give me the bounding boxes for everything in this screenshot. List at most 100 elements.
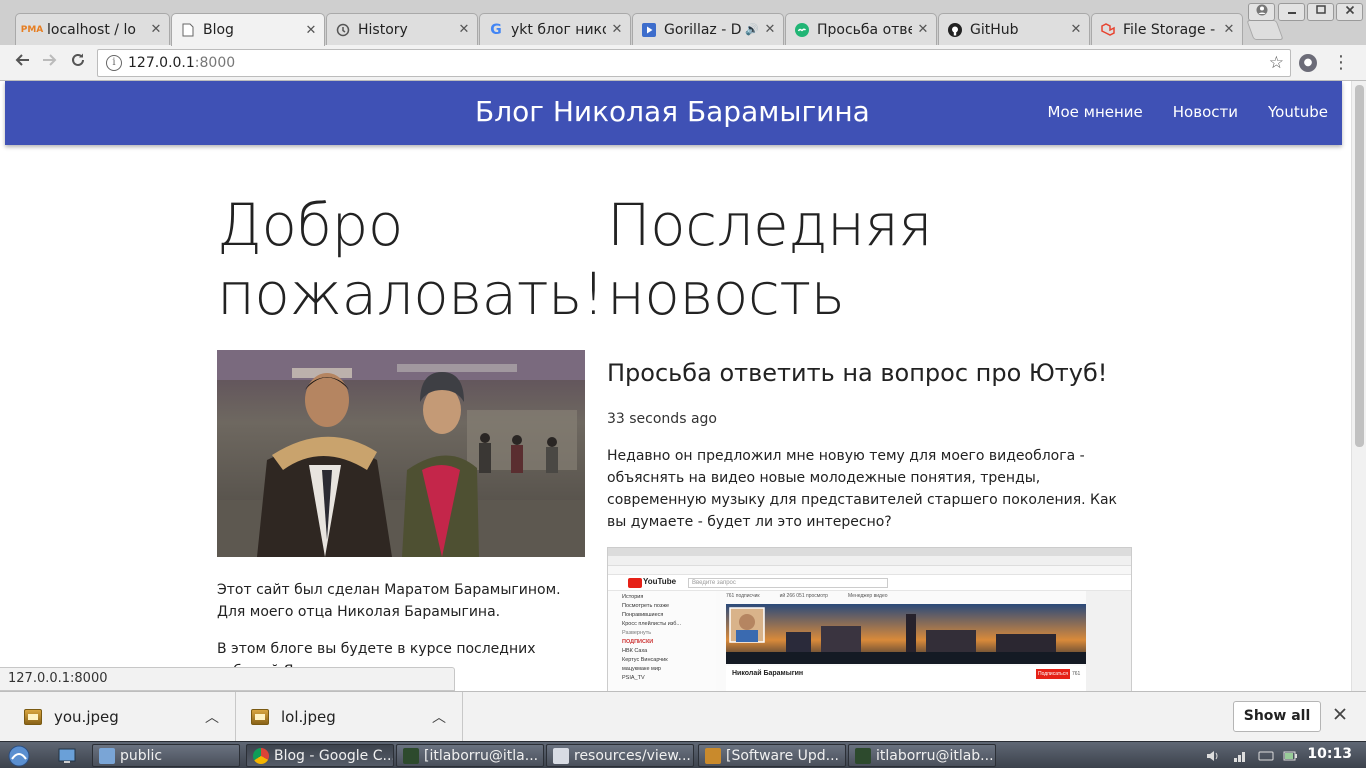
- close-tab-icon[interactable]: ✕: [1222, 22, 1236, 37]
- tab-gorillaz[interactable]: Gorillaz - Di 🔊 ✕: [632, 13, 784, 45]
- taskbar-clock: 10:13: [1307, 746, 1352, 762]
- close-tab-icon[interactable]: ✕: [457, 22, 471, 37]
- bookmark-star-icon[interactable]: ☆: [1269, 53, 1284, 73]
- editor-icon: [553, 747, 569, 764]
- shot-menu-item: Кросс плейлисты изб...: [622, 621, 681, 627]
- taskbar-label: [itlaborru@itla...: [424, 747, 539, 764]
- tab-title: History: [358, 21, 408, 38]
- nav-link-opinion[interactable]: Мое мнение: [1048, 103, 1143, 121]
- play-icon: [641, 22, 657, 38]
- taskbar-item-editor[interactable]: resources/view...: [546, 744, 694, 767]
- terminal-icon: [855, 747, 871, 764]
- shot-sub-item: мацукмаке мир: [622, 666, 661, 672]
- start-menu-icon[interactable]: [8, 744, 38, 767]
- site-brand[interactable]: Блог Николая Барамыгина: [475, 95, 870, 128]
- shot-channel-banner: [726, 604, 1086, 664]
- update-icon: [705, 747, 721, 764]
- extension-icon[interactable]: ●: [1299, 54, 1317, 72]
- latest-heading: Последняя новость: [607, 191, 1137, 329]
- shot-stat: ий 266 051 просмотр: [779, 593, 828, 599]
- tab-title: Просьба отве: [817, 21, 912, 38]
- shot-bookmarks: [608, 566, 1131, 575]
- close-tab-icon[interactable]: ✕: [916, 22, 930, 37]
- nav-link-news[interactable]: Новости: [1173, 103, 1238, 121]
- network-icon[interactable]: [1232, 744, 1252, 767]
- volume-icon[interactable]: [1205, 744, 1225, 767]
- new-tab-button[interactable]: [1246, 20, 1284, 40]
- info-icon[interactable]: i: [106, 55, 122, 71]
- post-body: Недавно он предложил мне новую тему для …: [607, 448, 1118, 530]
- taskbar-label: [Software Upd...: [726, 747, 839, 764]
- taskbar-label: itlaborru@itlab...: [876, 747, 994, 764]
- chevron-up-icon[interactable]: ︿: [432, 707, 446, 727]
- profile-icon[interactable]: [1248, 3, 1275, 21]
- page-icon: [180, 22, 196, 38]
- download-item-lol[interactable]: lol.jpeg ︿: [237, 692, 463, 741]
- nav-link-youtube[interactable]: Youtube: [1268, 103, 1328, 121]
- shot-right-gutter: [1086, 591, 1131, 691]
- reload-icon[interactable]: [66, 51, 90, 75]
- shot-menu-item: История: [622, 594, 644, 600]
- taskbar-item-software-update[interactable]: [Software Upd...: [698, 744, 846, 767]
- download-filename: you.jpeg: [54, 707, 119, 726]
- shot-sidebar: История Посмотреть позже Понравившиеся К…: [608, 591, 716, 691]
- tab-blog[interactable]: Blog ✕: [171, 13, 325, 46]
- taskbar-item-public[interactable]: public: [92, 744, 240, 767]
- show-desktop-icon[interactable]: [58, 744, 80, 767]
- tab-request[interactable]: Просьба отве ✕: [785, 13, 937, 45]
- close-tab-icon[interactable]: ✕: [763, 22, 777, 37]
- shot-search-input: Введите запрос: [688, 578, 888, 588]
- url-host: 127.0.0.1: [128, 55, 195, 71]
- scrollbar-thumb[interactable]: [1355, 85, 1364, 447]
- close-tab-icon[interactable]: ✕: [304, 23, 318, 38]
- address-bar[interactable]: i 127.0.0.1:8000 ☆: [97, 49, 1291, 77]
- taskbar-item-terminal-2[interactable]: itlaborru@itlab...: [848, 744, 996, 767]
- maximize-icon[interactable]: [1307, 3, 1334, 21]
- shot-subs-header: ПОДПИСКИ: [622, 639, 654, 645]
- close-tab-icon[interactable]: ✕: [149, 22, 163, 37]
- shot-menu-item: Посмотреть позже: [622, 603, 670, 609]
- youtube-wordmark: YouTube: [643, 577, 677, 586]
- tab-title: GitHub: [970, 21, 1019, 38]
- forward-arrow-icon[interactable]: [38, 51, 62, 75]
- back-arrow-icon[interactable]: [10, 51, 34, 75]
- close-tab-icon[interactable]: ✕: [610, 22, 624, 37]
- shot-stat: Менеджер видео: [847, 593, 888, 599]
- shot-sub-item: НВК Саха: [622, 648, 648, 654]
- menu-dots-icon[interactable]: ⋮: [1332, 51, 1350, 75]
- post-image-youtube-screenshot: YouTube Введите запрос История Посмотрет…: [607, 547, 1132, 691]
- tab-history[interactable]: History ✕: [326, 13, 478, 45]
- shot-menu-item: Развернуть: [622, 630, 652, 636]
- tab-google-search[interactable]: G ykt блог нико ✕: [479, 13, 631, 45]
- show-all-downloads-button[interactable]: Show all: [1233, 701, 1321, 732]
- keyboard-icon[interactable]: [1258, 744, 1278, 767]
- url-port: :8000: [194, 55, 236, 71]
- speaker-icon: 🔊: [745, 23, 759, 36]
- download-item-you[interactable]: you.jpeg ︿: [0, 692, 236, 741]
- window-close-icon[interactable]: [1336, 3, 1363, 21]
- chrome-icon: [253, 747, 269, 764]
- tab-file-storage[interactable]: File Storage - ✕: [1091, 13, 1243, 45]
- welcome-heading: Добро пожаловать!: [217, 191, 605, 329]
- battery-icon[interactable]: [1282, 744, 1302, 767]
- tab-github[interactable]: GitHub ✕: [938, 13, 1090, 45]
- browser-toolbar: i 127.0.0.1:8000 ☆ ● ⋮: [0, 45, 1366, 81]
- chevron-up-icon[interactable]: ︿: [205, 707, 219, 727]
- tab-title: Blog: [203, 22, 234, 38]
- close-shelf-icon[interactable]: [1328, 703, 1352, 727]
- post-title[interactable]: Просьба ответить на вопрос про Ютуб!: [607, 359, 1107, 387]
- close-tab-icon[interactable]: ✕: [1069, 22, 1083, 37]
- taskbar-item-terminal-1[interactable]: [itlaborru@itla...: [396, 744, 544, 767]
- folder-icon: [99, 747, 115, 764]
- link-status-bubble: 127.0.0.1:8000: [0, 667, 455, 691]
- page-scrollbar[interactable]: [1351, 81, 1366, 691]
- site-navbar: Блог Николая Барамыгина Мое мнение Новос…: [5, 81, 1342, 145]
- taskbar-item-chrome[interactable]: Blog - Google C...: [246, 744, 394, 767]
- minimize-icon[interactable]: [1278, 3, 1305, 21]
- tilda-icon: [794, 22, 810, 38]
- tab-phpmyadmin[interactable]: PMA localhost / lo ✕: [15, 13, 170, 45]
- google-icon: G: [490, 21, 502, 38]
- shot-subscribe-count: 761: [1072, 671, 1081, 677]
- latest-column: Последняя новость: [607, 191, 1137, 329]
- terminal-icon: [403, 747, 419, 764]
